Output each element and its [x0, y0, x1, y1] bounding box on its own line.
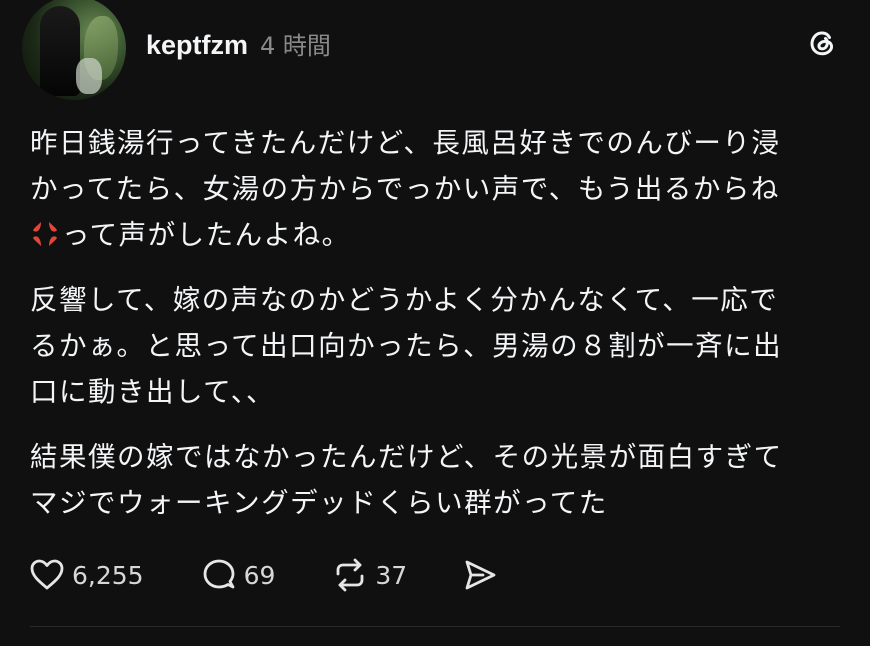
action-bar: 6,255 69 37	[28, 556, 499, 594]
threads-logo-icon[interactable]	[805, 26, 839, 60]
repost-count: 37	[375, 560, 408, 590]
emoji-line-text: って声がしたんよね。	[62, 219, 351, 251]
paragraph-line: 結果僕の嫁ではなかったんだけど、その光景が面白すぎて	[30, 441, 783, 473]
anger-symbol-icon	[33, 222, 57, 246]
threads-post: keptfzm 4 時間 昨日銭湯行ってきたんだけど、長風呂好きでのんびーり浸 …	[0, 0, 870, 646]
paragraph-3: 結果僕の嫁ではなかったんだけど、その光景が面白すぎて マジでウォーキングデッドく…	[30, 434, 850, 526]
paragraph-line: るかぁ。と思って出口向かったら、男湯の８割が一斉に出	[30, 330, 783, 362]
post-body: 昨日銭湯行ってきたんだけど、長風呂好きでのんびーり浸 かってたら、女湯の方からで…	[30, 120, 850, 545]
comment-icon	[203, 559, 234, 589]
paragraph-2: 反響して、嫁の声なのかどうかよく分かんなくて、一応で るかぁ。と思って出口向かっ…	[30, 277, 850, 415]
paragraph-line: 口に動き出して、、	[30, 376, 276, 408]
paragraph-line: マジでウォーキングデッドくらい群がってた	[30, 487, 608, 519]
post-time: 4 時間	[260, 32, 331, 60]
paragraph-line: 昨日銭湯行ってきたんだけど、長風呂好きでのんびーり浸	[30, 127, 781, 159]
send-icon	[465, 560, 496, 590]
avatar-figure	[40, 6, 80, 96]
repost-button[interactable]: 37	[331, 556, 407, 594]
repost-icon	[336, 558, 364, 592]
username[interactable]: keptfzm	[146, 30, 248, 61]
heart-icon	[30, 559, 64, 590]
paragraph-line-emoji: って声がしたんよね。	[30, 212, 850, 258]
like-count: 6,255	[72, 560, 144, 590]
paragraph-line: 反響して、嫁の声なのかどうかよく分かんなくて、一応で	[30, 284, 779, 316]
avatar-light	[76, 58, 102, 94]
paragraph-line: かってたら、女湯の方からでっかい声で、もう出るからね	[30, 173, 780, 205]
paragraph-1: 昨日銭湯行ってきたんだけど、長風呂好きでのんびーり浸 かってたら、女湯の方からで…	[30, 120, 850, 258]
avatar[interactable]	[22, 0, 126, 100]
reply-button[interactable]: 69	[200, 556, 276, 594]
like-button[interactable]: 6,255	[28, 556, 144, 594]
post-divider	[30, 626, 840, 627]
share-button[interactable]	[461, 556, 499, 594]
post-header: keptfzm 4 時間	[146, 26, 331, 61]
reply-count: 69	[243, 560, 276, 590]
